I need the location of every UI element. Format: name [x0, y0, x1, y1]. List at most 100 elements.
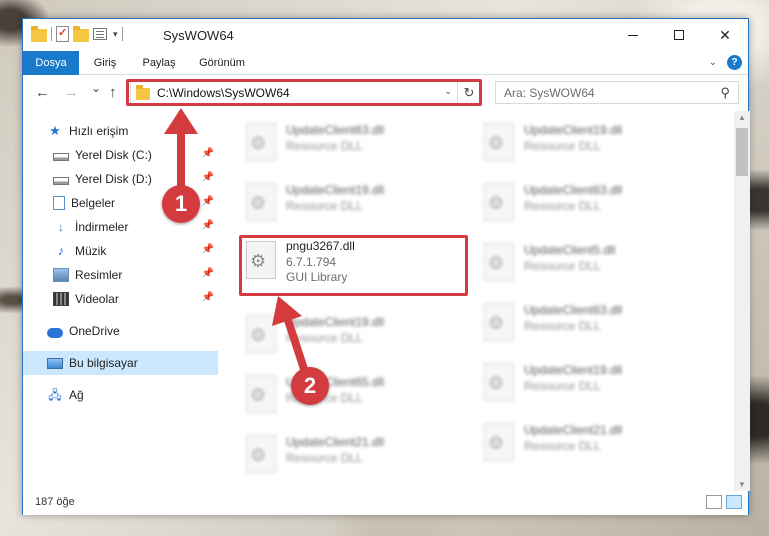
- properties-icon[interactable]: [56, 26, 69, 42]
- sidebar-item-label: İndirmeler: [75, 220, 129, 234]
- maximize-button[interactable]: [656, 19, 702, 51]
- sidebar-item-network[interactable]: 🖧 Ağ: [23, 383, 218, 407]
- file-item[interactable]: ⚙ UpdateClient65.dll Resource DLL: [238, 367, 468, 423]
- dll-file-icon: ⚙: [484, 363, 514, 401]
- file-item[interactable]: ⚙ UpdateClient63.dll Resource DLL: [476, 295, 706, 351]
- back-icon[interactable]: ←: [35, 84, 50, 101]
- quick-access-toolbar: ▾: [31, 25, 123, 42]
- sidebar-item-quick-access[interactable]: ★ Hızlı erişim: [23, 119, 218, 143]
- search-input[interactable]: Ara: SysWOW64 ⚲: [495, 81, 739, 104]
- sidebar-item-label: Bu bilgisayar: [69, 356, 138, 370]
- disk-icon: [53, 176, 69, 185]
- sidebar-item-pictures[interactable]: Resimler 📌: [23, 263, 218, 287]
- chevron-down-icon[interactable]: ▾: [113, 29, 118, 40]
- sidebar-item-label: Hızlı erişim: [69, 124, 129, 138]
- item-count: 187 öğe: [35, 496, 75, 508]
- pin-icon[interactable]: 📌: [202, 196, 214, 207]
- file-item[interactable]: ⚙ UpdateClient19.dll Resource DLL: [238, 307, 468, 363]
- sidebar-item-label: Resimler: [75, 268, 123, 282]
- details-view-icon[interactable]: [706, 495, 722, 509]
- gear-icon: ⚙: [250, 133, 267, 153]
- music-icon: ♪: [57, 243, 65, 258]
- tiles-view-icon[interactable]: [726, 495, 742, 509]
- scrollbar-thumb[interactable]: [736, 128, 748, 176]
- expand-ribbon-icon[interactable]: ⌄: [709, 57, 717, 68]
- gear-icon: ⚙: [250, 325, 267, 345]
- star-icon: ★: [49, 123, 61, 138]
- sidebar-item-label: Müzik: [75, 244, 107, 258]
- network-icon: 🖧: [48, 388, 62, 402]
- sidebar-item-this-pc[interactable]: Bu bilgisayar: [23, 351, 218, 375]
- file-highlight-box: [239, 235, 468, 296]
- sidebar-item-label: Videolar: [75, 292, 119, 306]
- file-list: ⚙ UpdateClient63.dll Resource DLL ⚙ Upda…: [218, 111, 734, 491]
- sidebar-item-local-disk-c[interactable]: Yerel Disk (C:) 📌: [23, 143, 218, 167]
- window-title: SysWOW64: [163, 28, 234, 43]
- gear-icon: ⚙: [250, 385, 267, 405]
- search-icon[interactable]: ⚲: [720, 85, 730, 101]
- pin-icon[interactable]: 📌: [202, 292, 214, 303]
- computer-icon: [47, 357, 63, 369]
- new-folder-icon[interactable]: [73, 25, 89, 42]
- download-icon: ↓: [58, 220, 64, 234]
- title-bar: ▾ SysWOW64 ✕: [23, 19, 748, 51]
- vertical-scrollbar[interactable]: ▲ ▼: [734, 111, 750, 491]
- gear-icon: ⚙: [250, 193, 267, 213]
- sidebar-item-label: OneDrive: [69, 324, 120, 338]
- dll-file-icon: ⚙: [484, 243, 514, 281]
- disk-icon: [53, 152, 69, 161]
- file-item[interactable]: ⚙ UpdateClient5.dll Resource DLL: [476, 235, 706, 291]
- sidebar-item-label: Yerel Disk (D:): [75, 172, 152, 186]
- address-highlight-box: [126, 79, 482, 106]
- dll-file-icon: ⚙: [246, 315, 276, 353]
- recent-locations-icon[interactable]: ⌄: [91, 81, 101, 95]
- step-1-badge: 1: [162, 185, 200, 223]
- pin-icon[interactable]: 📌: [202, 244, 214, 255]
- dll-file-icon: ⚙: [484, 423, 514, 461]
- file-item[interactable]: ⚙ UpdateClient21.dll Resource DLL: [476, 415, 706, 471]
- dll-file-icon: ⚙: [246, 375, 276, 413]
- file-item[interactable]: ⚙ UpdateClient63.dll Resource DLL: [238, 115, 468, 171]
- cloud-icon: [47, 327, 63, 338]
- help-icon[interactable]: ?: [727, 55, 742, 70]
- tab-home[interactable]: Giriş: [85, 51, 125, 75]
- folder-icon: [31, 25, 47, 42]
- documents-icon: [53, 196, 65, 210]
- view-icon[interactable]: [93, 28, 107, 40]
- maximize-icon: [674, 30, 684, 40]
- pictures-icon: [53, 268, 69, 282]
- file-item[interactable]: ⚙ UpdateClient19.dll Resource DLL: [476, 115, 706, 171]
- sidebar-item-music[interactable]: ♪ Müzik 📌: [23, 239, 218, 263]
- file-item[interactable]: ⚙ UpdateClient19.dll Resource DLL: [238, 175, 468, 231]
- sidebar-item-videos[interactable]: Videolar 📌: [23, 287, 218, 311]
- file-item[interactable]: ⚙ UpdateClient19.dll Resource DLL: [476, 355, 706, 411]
- sidebar-item-onedrive[interactable]: OneDrive: [23, 319, 218, 343]
- up-icon[interactable]: ↑: [109, 84, 117, 101]
- forward-icon[interactable]: →: [64, 84, 79, 101]
- file-item[interactable]: ⚙ UpdateClient21.dll Resource DLL: [238, 427, 468, 483]
- gear-icon: ⚙: [488, 313, 505, 333]
- dll-file-icon: ⚙: [484, 303, 514, 341]
- file-item[interactable]: ⚙ UpdateClient63.dll Resource DLL: [476, 175, 706, 231]
- search-placeholder: Ara: SysWOW64: [504, 86, 595, 100]
- pin-icon[interactable]: 📌: [202, 268, 214, 279]
- dll-file-icon: ⚙: [246, 183, 276, 221]
- tab-view[interactable]: Görünüm: [193, 51, 251, 75]
- minimize-button[interactable]: [610, 19, 656, 51]
- gear-icon: ⚙: [488, 193, 505, 213]
- close-button[interactable]: ✕: [702, 19, 748, 51]
- pin-icon[interactable]: 📌: [202, 172, 214, 183]
- videos-icon: [53, 292, 69, 306]
- gear-icon: ⚙: [250, 445, 267, 465]
- dll-file-icon: ⚙: [484, 183, 514, 221]
- tab-file[interactable]: Dosya: [23, 51, 79, 75]
- tab-share[interactable]: Paylaş: [135, 51, 183, 75]
- sidebar-item-label: Belgeler: [71, 196, 116, 210]
- pin-icon[interactable]: 📌: [202, 148, 214, 159]
- ribbon-tabs: Dosya Giriş Paylaş Görünüm ⌄ ?: [23, 51, 748, 75]
- pin-icon[interactable]: 📌: [202, 220, 214, 231]
- navigation-pane: ★ Hızlı erişim Yerel Disk (C:) 📌 Yerel D…: [23, 111, 218, 491]
- dll-file-icon: ⚙: [246, 435, 276, 473]
- scroll-up-icon[interactable]: ▲: [738, 113, 746, 122]
- scroll-down-icon[interactable]: ▼: [738, 480, 746, 489]
